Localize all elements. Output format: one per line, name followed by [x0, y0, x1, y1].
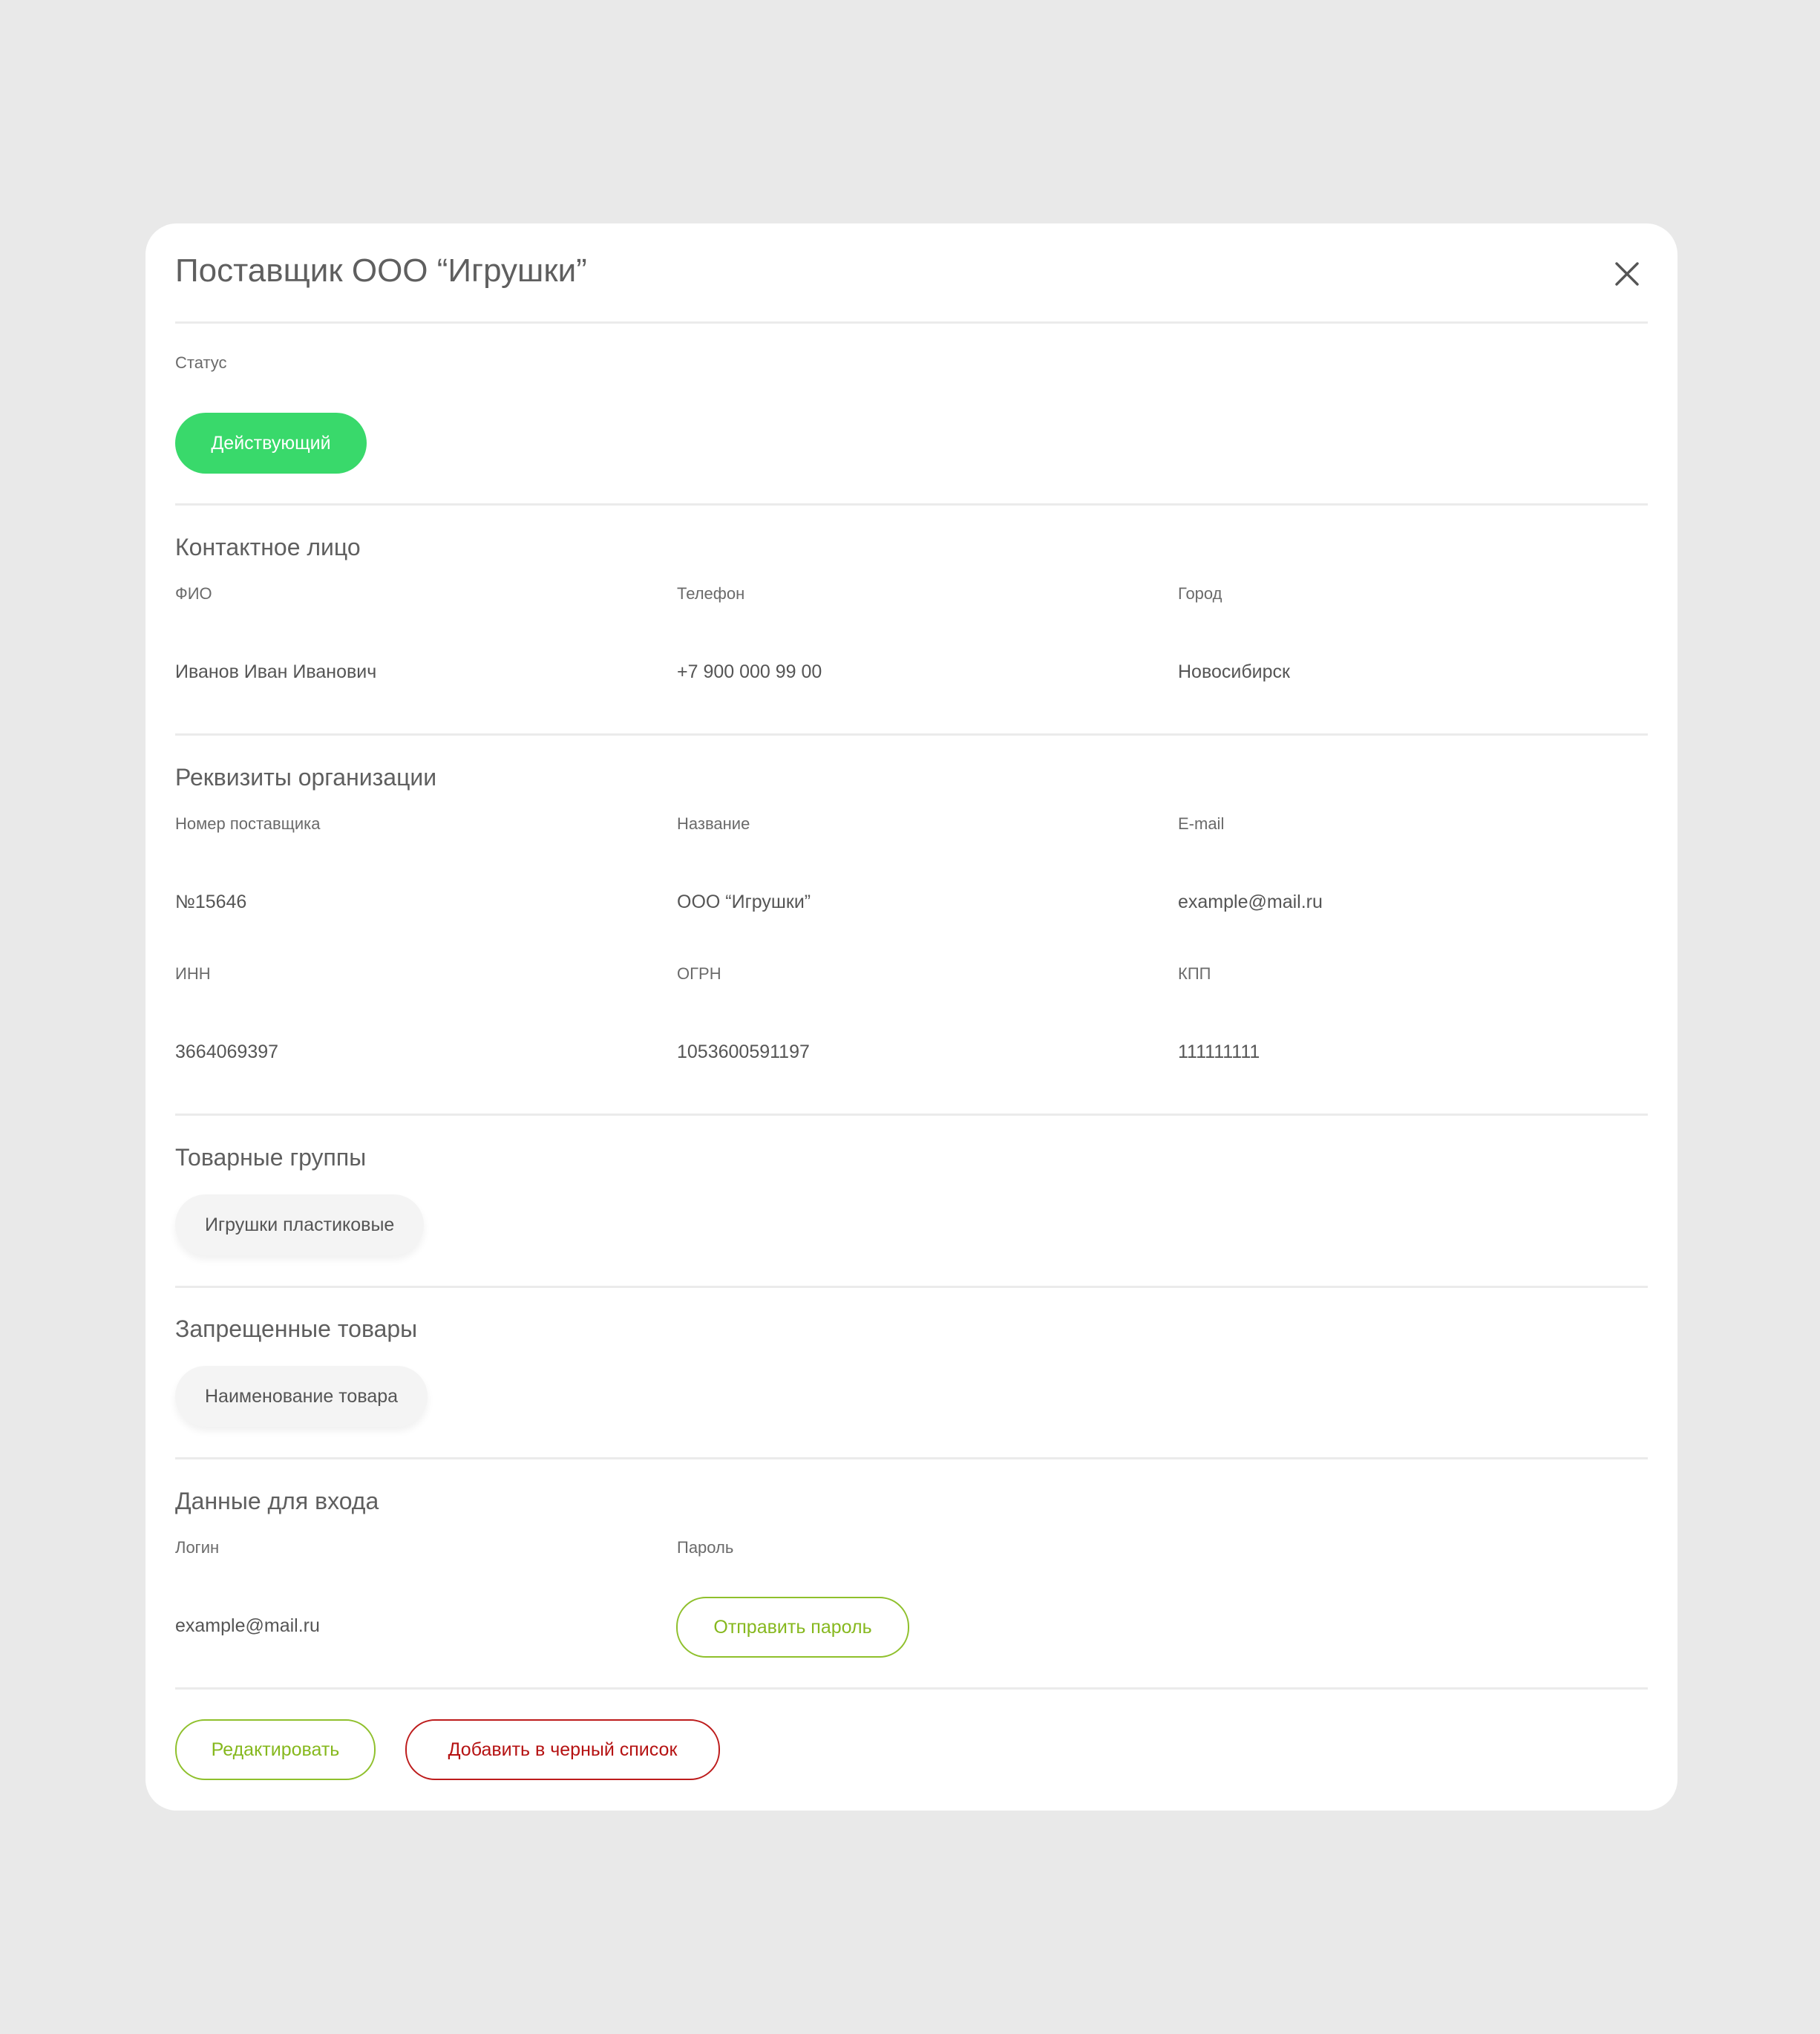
email-value: example@mail.ru: [1178, 892, 1323, 912]
divider: [175, 321, 1648, 324]
kpp-value: 111111111: [1178, 1041, 1260, 1062]
divider: [175, 733, 1648, 736]
supplier-number-value: №15646: [175, 892, 247, 912]
status-label: Статус: [175, 353, 227, 372]
inn-value: 3664069397: [175, 1041, 279, 1062]
product-group-chip[interactable]: Игрушки пластиковые: [175, 1194, 425, 1255]
ogrn-value: 1053600591197: [677, 1041, 810, 1062]
org-name-value: ООО “Игрушки”: [677, 892, 811, 912]
send-password-button[interactable]: Отправить пароль: [676, 1597, 909, 1658]
forbidden-goods-chip[interactable]: Наименование товара: [175, 1366, 428, 1427]
divider: [175, 503, 1648, 506]
status-badge: Действующий: [175, 413, 367, 474]
add-to-blacklist-button[interactable]: Добавить в черный список: [405, 1719, 720, 1780]
city-label: Город: [1178, 584, 1222, 603]
phone-value: +7 900 000 99 00: [677, 661, 822, 682]
kpp-label: КПП: [1178, 964, 1211, 983]
divider: [175, 1687, 1648, 1690]
divider: [175, 1457, 1648, 1459]
login-value: example@mail.ru: [175, 1615, 320, 1636]
login-section-title: Данные для входа: [175, 1488, 379, 1514]
password-label: Пароль: [677, 1538, 734, 1557]
fio-value: Иванов Иван Иванович: [175, 661, 377, 682]
supplier-number-label: Номер поставщика: [175, 814, 321, 833]
login-label: Логин: [175, 1538, 220, 1557]
fio-label: ФИО: [175, 584, 212, 603]
product-groups-section-title: Товарные группы: [175, 1144, 367, 1171]
contact-section-title: Контактное лицо: [175, 534, 361, 560]
org-name-label: Название: [677, 814, 750, 833]
close-icon: [1615, 262, 1639, 286]
divider: [175, 1114, 1648, 1116]
phone-label: Телефон: [677, 584, 745, 603]
forbidden-goods-section-title: Запрещенные товары: [175, 1315, 418, 1342]
modal-title: Поставщик ООО “Игрушки”: [175, 252, 587, 289]
divider: [175, 1286, 1648, 1288]
ogrn-label: ОГРН: [677, 964, 721, 983]
email-label: E-mail: [1178, 814, 1225, 833]
requisites-section-title: Реквизиты организации: [175, 764, 437, 791]
supplier-modal: Поставщик ООО “Игрушки” Статус Действующ…: [145, 223, 1677, 1811]
inn-label: ИНН: [175, 964, 211, 983]
city-value: Новосибирск: [1178, 661, 1290, 682]
edit-button[interactable]: Редактировать: [175, 1719, 376, 1780]
close-button[interactable]: [1611, 258, 1643, 290]
